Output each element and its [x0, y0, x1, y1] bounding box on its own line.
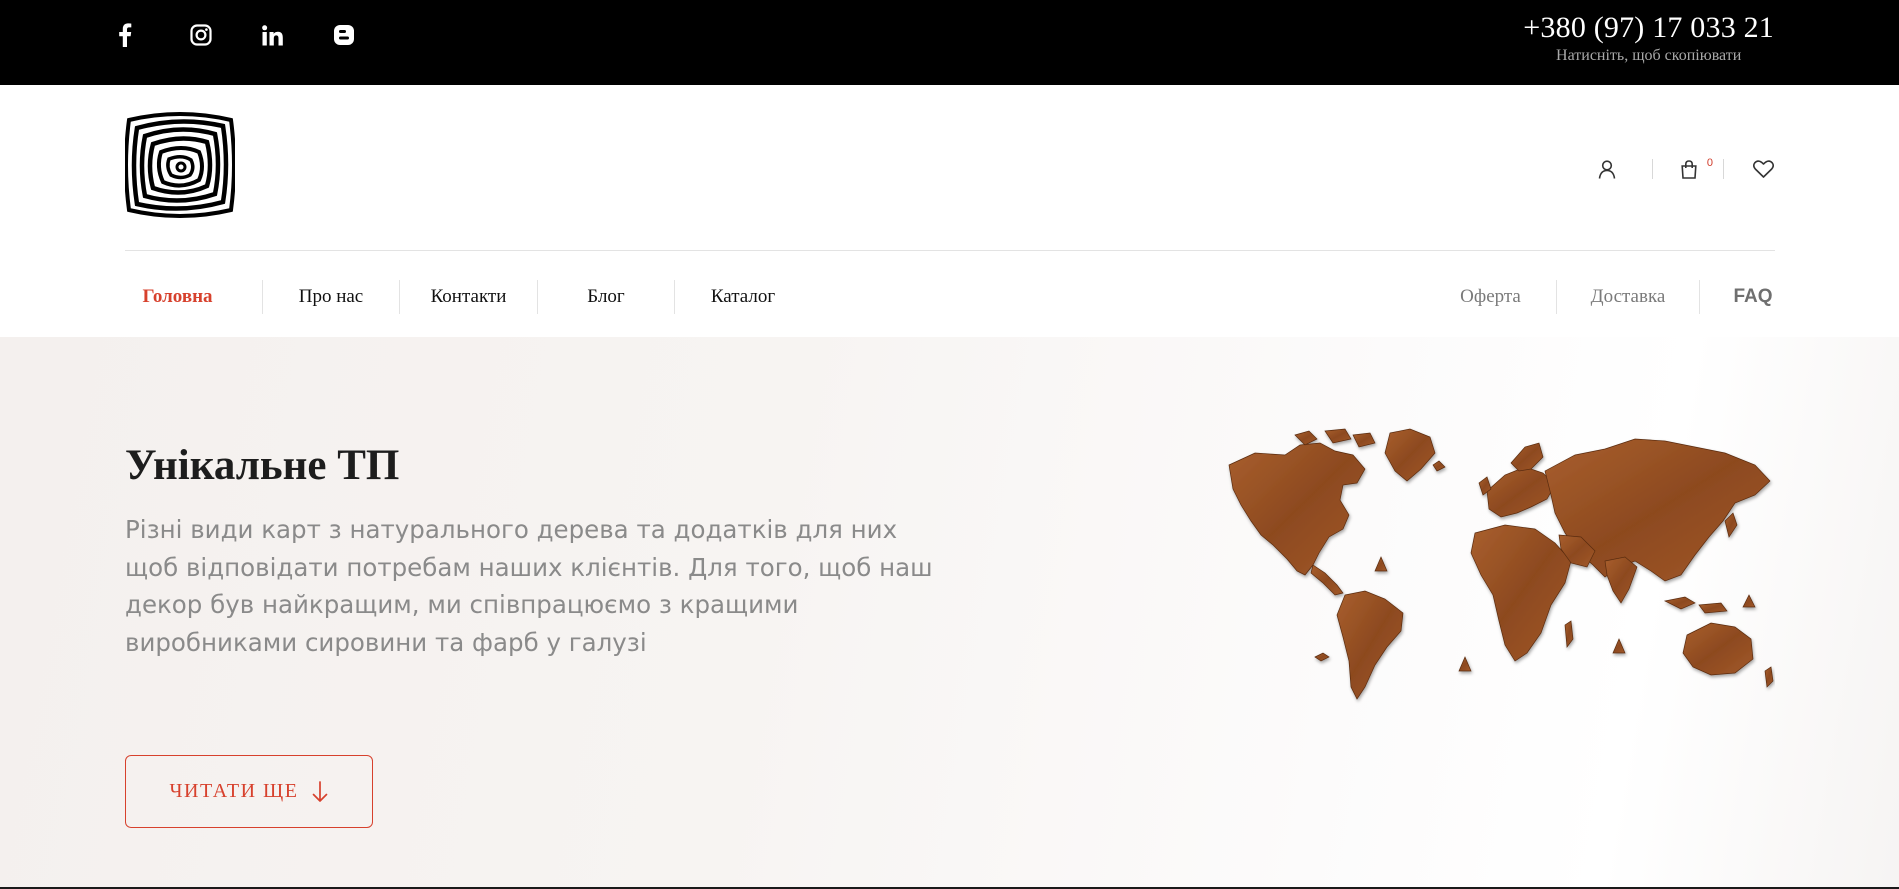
linkedin-icon — [262, 24, 283, 45]
hero-title: Унікальне ТП — [125, 442, 400, 489]
hero-description: Різні види карт з натурального дерева та… — [125, 515, 933, 657]
phone-number[interactable]: +380 (97) 17 033 21 — [1523, 10, 1774, 46]
copy-hint: Натисніть, щоб скопіювати — [1556, 47, 1742, 64]
phone-block: +380 (97) 17 033 21 Натисніть, щоб скопі… — [1523, 10, 1774, 66]
cart-icon — [1681, 159, 1697, 179]
nav-item-faq[interactable]: FAQ — [1732, 276, 1774, 318]
nav-item-about[interactable]: Про нас — [263, 276, 399, 318]
tree-rings-logo — [124, 111, 236, 219]
read-more-label: ЧИТАТИ ЩЕ — [169, 780, 299, 802]
instagram-link[interactable] — [190, 20, 262, 50]
header-divider — [125, 250, 1775, 251]
linkedin-link[interactable] — [262, 20, 334, 50]
blogger-link[interactable] — [334, 20, 406, 50]
nav-item-catalog[interactable]: Каталог — [675, 276, 811, 318]
account-button[interactable] — [1587, 154, 1627, 184]
header-icons: 0 — [1587, 154, 1774, 184]
facebook-link[interactable] — [118, 20, 190, 50]
blogger-icon — [334, 25, 354, 45]
nav-item-blog[interactable]: Блог — [538, 276, 674, 318]
arrow-down-icon — [313, 780, 328, 802]
user-icon — [1598, 159, 1616, 179]
secondary-nav: Оферта Доставка FAQ — [1433, 276, 1774, 318]
hero-section: Унікальне ТП Різні види карт з натуральн… — [0, 337, 1899, 889]
site-logo[interactable] — [124, 110, 236, 220]
wooden-world-map-image — [1225, 425, 1775, 705]
nav-item-offer[interactable]: Оферта — [1433, 276, 1548, 318]
top-bar: +380 (97) 17 033 21 Натисніть, щоб скопі… — [0, 0, 1899, 85]
header-separator — [1652, 159, 1653, 179]
main-nav: Головна Про нас Контакти Блог Каталог — [125, 276, 811, 318]
social-links — [118, 20, 406, 50]
read-more-button[interactable]: ЧИТАТИ ЩЕ — [125, 755, 373, 828]
nav-item-delivery[interactable]: Доставка — [1557, 276, 1699, 318]
nav-item-home[interactable]: Головна — [125, 276, 230, 318]
cart-button[interactable]: 0 — [1675, 154, 1713, 184]
header-separator — [1723, 159, 1724, 179]
nav-item-contacts[interactable]: Контакти — [400, 276, 537, 318]
instagram-icon — [190, 24, 212, 46]
facebook-icon — [119, 23, 132, 47]
heart-icon — [1752, 160, 1774, 178]
cart-count-badge: 0 — [1706, 157, 1713, 169]
wishlist-button[interactable] — [1752, 154, 1774, 184]
nav-separator — [1699, 280, 1700, 314]
